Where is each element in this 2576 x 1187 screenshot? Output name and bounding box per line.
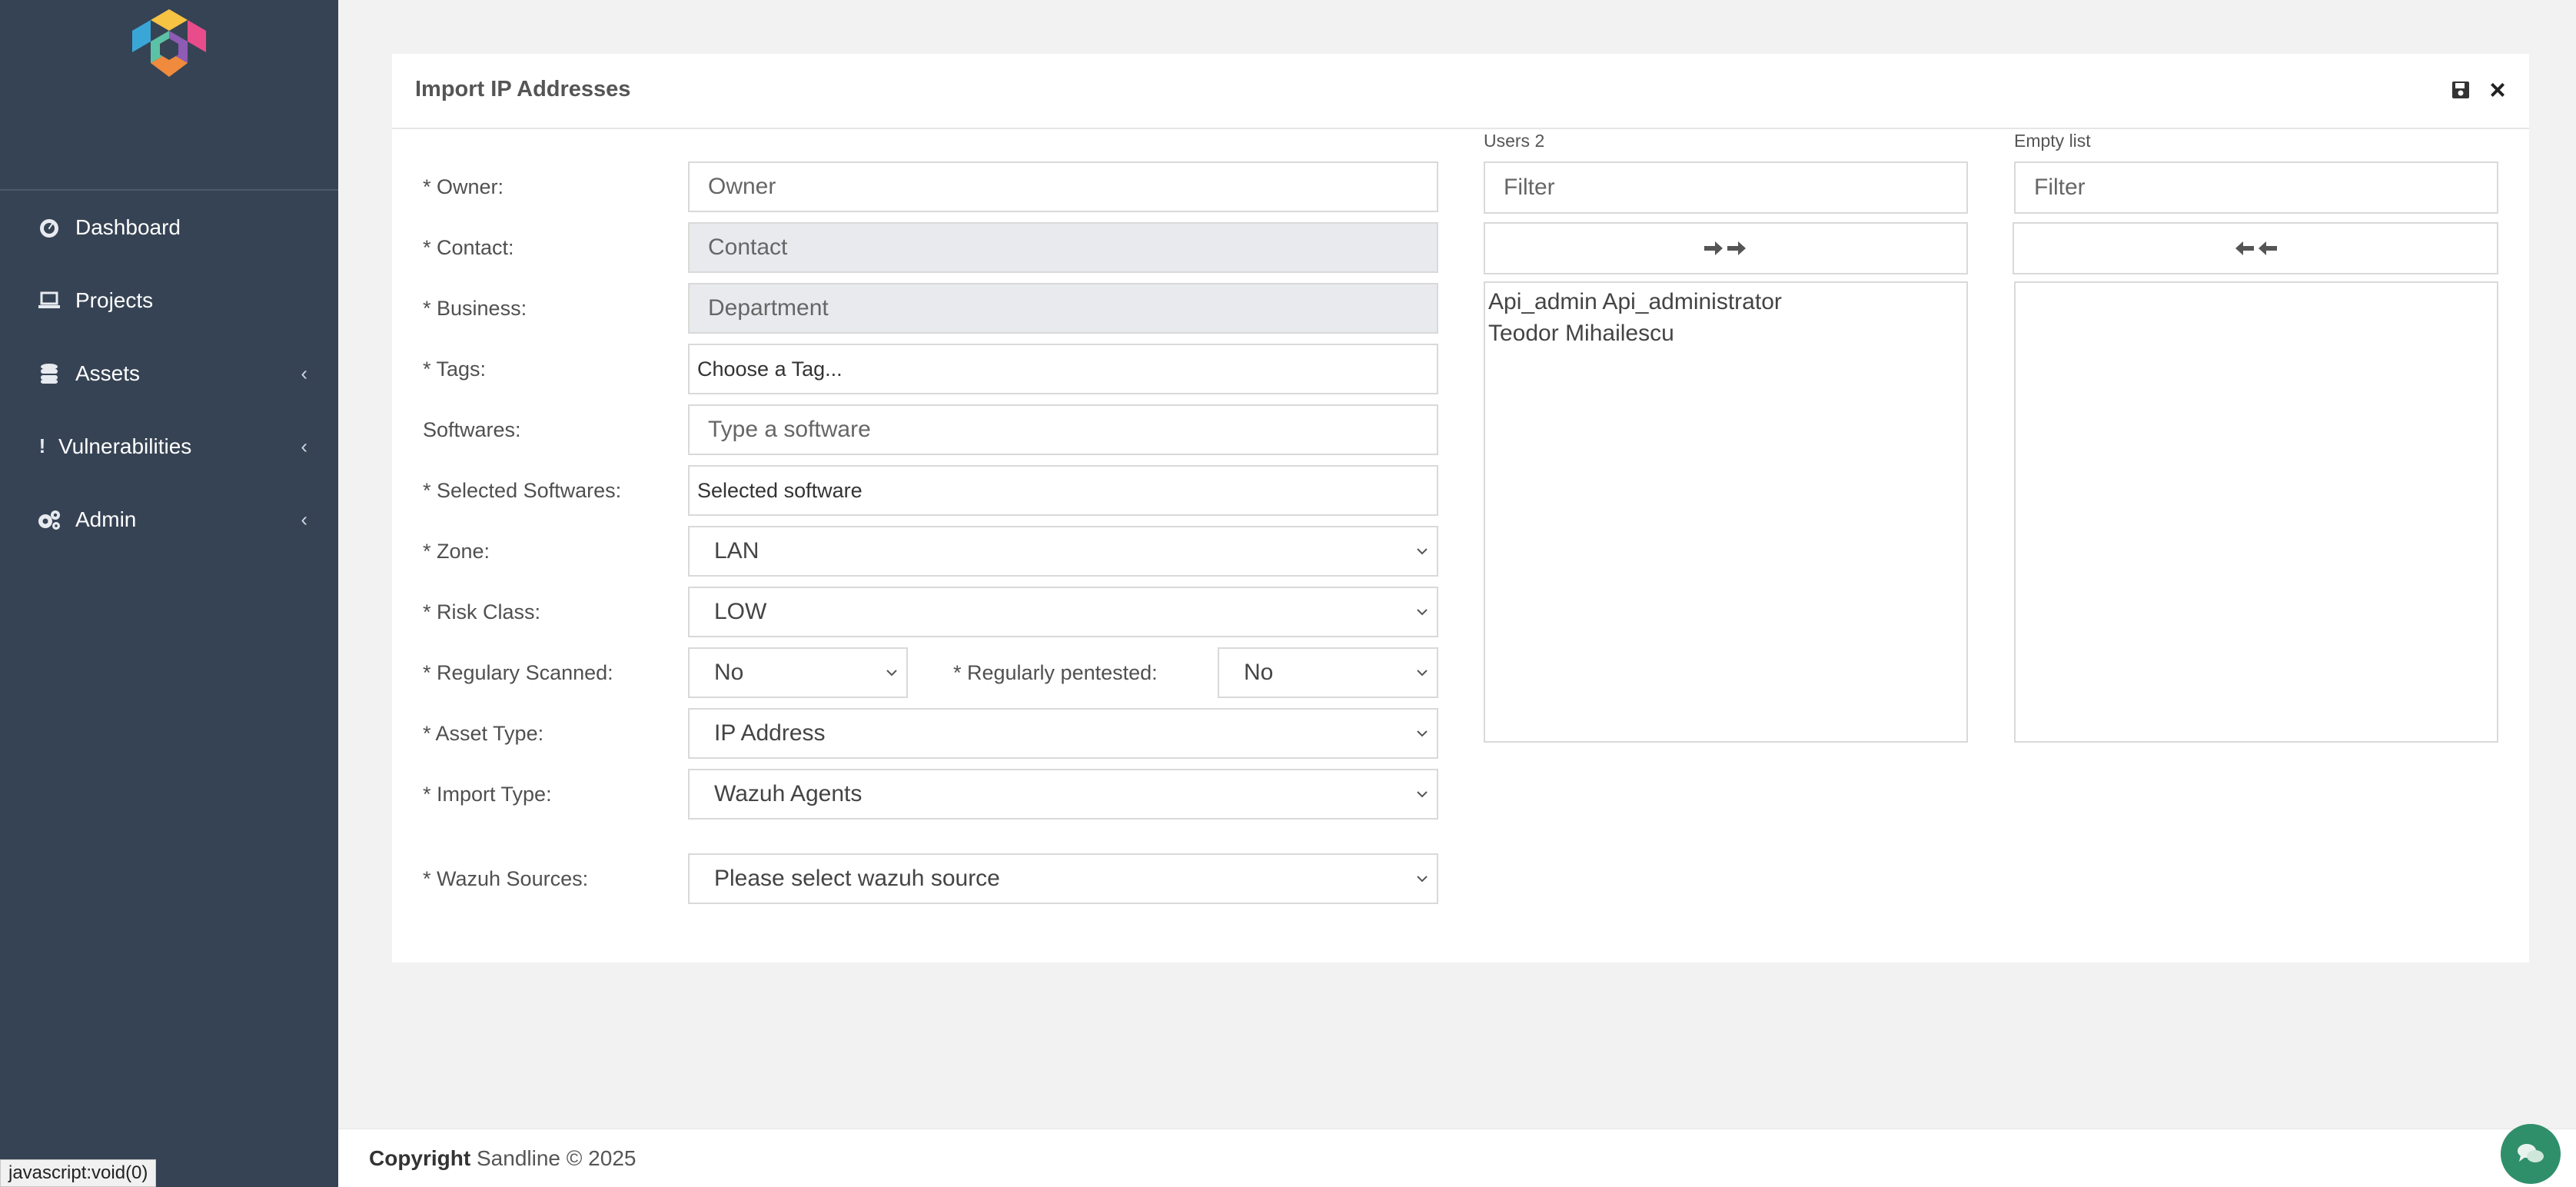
chat-icon bbox=[2518, 1144, 2544, 1162]
logo[interactable] bbox=[129, 8, 209, 78]
chevron-down-icon bbox=[1417, 876, 1428, 883]
import-type-select[interactable]: Wazuh Agents bbox=[688, 769, 1438, 820]
users-list-label: Users 2 bbox=[1484, 131, 1545, 151]
copyright: Copyright Sandline © 2025 bbox=[369, 1146, 636, 1171]
regularly-scanned-select[interactable]: No bbox=[688, 647, 908, 698]
regularly-scanned-value: No bbox=[714, 660, 744, 685]
business-label: * Business: bbox=[423, 297, 527, 320]
sidebar-item-assets[interactable]: Assets ‹ bbox=[0, 337, 338, 410]
risk-class-select[interactable]: LOW bbox=[688, 587, 1438, 637]
tags-select[interactable]: Choose a Tag... bbox=[688, 344, 1438, 394]
panel-title: Import IP Addresses bbox=[415, 77, 631, 101]
tags-label: * Tags: bbox=[423, 357, 487, 381]
close-icon[interactable]: × bbox=[2486, 74, 2509, 105]
list-item[interactable]: Api_admin Api_administrator bbox=[1488, 286, 1963, 318]
sidebar-item-label: Vulnerabilities bbox=[58, 434, 192, 458]
wazuh-sources-select[interactable]: Please select wazuh source bbox=[688, 853, 1438, 904]
sidebar: Dashboard Projects Assets ‹ ! Vulnerabil… bbox=[0, 0, 338, 1187]
brand-area bbox=[0, 0, 338, 191]
sidebar-item-label: Projects bbox=[75, 288, 154, 312]
risk-class-value: LOW bbox=[714, 599, 767, 624]
sidebar-nav: Dashboard Projects Assets ‹ ! Vulnerabil… bbox=[0, 191, 338, 556]
selected-softwares-label: * Selected Softwares: bbox=[423, 479, 622, 502]
regularly-pentested-label: * Regularly pentested: bbox=[953, 661, 1158, 684]
asset-type-value: IP Address bbox=[714, 720, 826, 746]
browser-status-bar: javascript:void(0) bbox=[0, 1159, 157, 1187]
users-list[interactable]: Api_admin Api_administrator Teodor Mihai… bbox=[1484, 281, 1968, 743]
asset-type-select[interactable]: IP Address bbox=[688, 708, 1438, 759]
double-arrow-left-icon bbox=[2235, 241, 2277, 255]
sidebar-item-label: Admin bbox=[75, 507, 137, 531]
chevron-down-icon bbox=[1417, 730, 1428, 737]
zone-label: * Zone: bbox=[423, 540, 490, 563]
sidebar-item-vulnerabilities[interactable]: ! Vulnerabilities ‹ bbox=[0, 410, 338, 483]
chevron-down-icon bbox=[886, 670, 897, 677]
copyright-label: Copyright bbox=[369, 1146, 471, 1170]
selected-users-list[interactable] bbox=[2014, 281, 2498, 743]
cogs-icon bbox=[37, 507, 61, 532]
chevron-down-icon bbox=[1417, 670, 1428, 677]
wazuh-sources-label: * Wazuh Sources: bbox=[423, 867, 589, 890]
owner-input[interactable]: Owner bbox=[688, 161, 1438, 212]
zone-select[interactable]: LAN bbox=[688, 526, 1438, 577]
chat-button[interactable] bbox=[2501, 1124, 2561, 1184]
chevron-down-icon bbox=[1417, 791, 1428, 798]
footer: Copyright Sandline © 2025 bbox=[338, 1129, 2576, 1187]
save-icon[interactable] bbox=[2449, 78, 2472, 101]
import-type-value: Wazuh Agents bbox=[714, 781, 863, 806]
software-search-input[interactable]: Type a software bbox=[688, 404, 1438, 455]
regularly-scanned-label: * Regulary Scanned: bbox=[423, 661, 613, 684]
sidebar-item-dashboard[interactable]: Dashboard bbox=[0, 191, 338, 264]
chevron-left-icon: ‹ bbox=[301, 434, 307, 457]
chevron-down-icon bbox=[1417, 548, 1428, 555]
zone-value: LAN bbox=[714, 538, 760, 564]
panel-header: Import IP Addresses × bbox=[392, 54, 2529, 129]
users-filter-input[interactable]: Filter bbox=[1484, 161, 1968, 214]
contact-label: * Contact: bbox=[423, 236, 514, 259]
regularly-pentested-value: No bbox=[1244, 660, 1274, 685]
asset-type-label: * Asset Type: bbox=[423, 722, 544, 745]
laptop-icon bbox=[37, 288, 61, 313]
owner-label: * Owner: bbox=[423, 175, 504, 198]
selected-filter-input[interactable]: Filter bbox=[2014, 161, 2498, 214]
business-input[interactable]: Department bbox=[688, 283, 1438, 334]
sidebar-item-label: Assets bbox=[75, 361, 141, 385]
list-item[interactable]: Teodor Mihailescu bbox=[1488, 318, 1963, 349]
wazuh-sources-value: Please select wazuh source bbox=[714, 866, 1000, 891]
import-type-label: * Import Type: bbox=[423, 783, 552, 806]
dashboard-icon bbox=[37, 215, 61, 240]
move-all-left-button[interactable] bbox=[2013, 222, 2498, 274]
contact-input[interactable]: Contact bbox=[688, 222, 1438, 273]
double-arrow-right-icon bbox=[1704, 241, 1746, 255]
move-all-right-button[interactable] bbox=[1484, 222, 1968, 274]
chevron-left-icon: ‹ bbox=[301, 507, 307, 530]
chevron-left-icon: ‹ bbox=[301, 361, 307, 384]
database-icon bbox=[37, 361, 61, 386]
selected-softwares-field[interactable]: Selected software bbox=[688, 465, 1438, 516]
empty-list-label: Empty list bbox=[2014, 131, 2091, 151]
risk-class-label: * Risk Class: bbox=[423, 600, 541, 623]
import-panel: Import IP Addresses × * Owner: * Contact… bbox=[392, 54, 2529, 963]
chevron-down-icon bbox=[1417, 609, 1428, 616]
sidebar-item-admin[interactable]: Admin ‹ bbox=[0, 483, 338, 556]
sidebar-item-label: Dashboard bbox=[75, 214, 181, 239]
regularly-pentested-select[interactable]: No bbox=[1218, 647, 1438, 698]
sidebar-item-projects[interactable]: Projects bbox=[0, 264, 338, 337]
copyright-text: Sandline © 2025 bbox=[477, 1146, 637, 1170]
exclamation-icon: ! bbox=[38, 434, 46, 457]
softwares-label: Softwares: bbox=[423, 418, 521, 441]
